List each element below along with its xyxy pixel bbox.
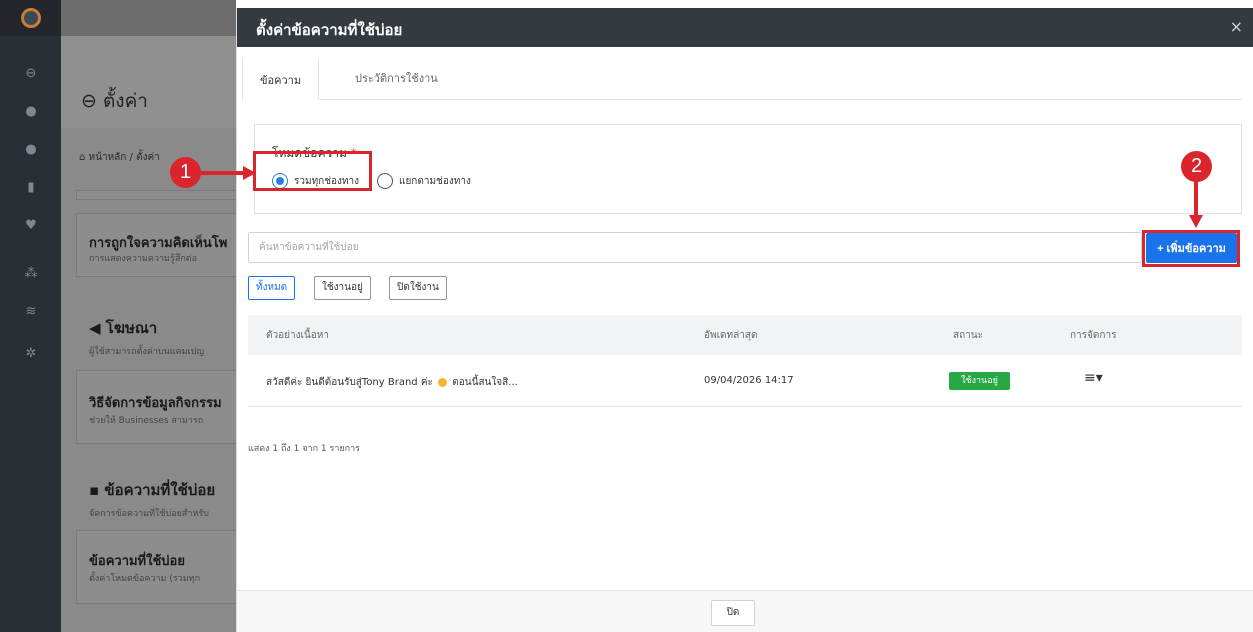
close-icon[interactable]: × — [1230, 17, 1243, 36]
footer-close-button[interactable]: ปิด — [711, 600, 755, 626]
section-subtitle: ผู้ใช้สามารถตั้งค่าบนแคมเปญ — [89, 347, 204, 357]
settings-card-subtitle: การแสดงความความรู้สึกต่อ — [89, 254, 198, 264]
heart-icon[interactable]: ♥ — [20, 214, 42, 236]
search-input[interactable] — [248, 232, 1142, 263]
document-icon[interactable]: ▮ — [20, 176, 42, 198]
filter-all-button[interactable]: ทั้งหมด — [248, 276, 296, 300]
cell-content-preview: สวัสดีค่ะ ยินดีต้อนรับสู่Tony Brand ค่ะ … — [266, 377, 518, 388]
annotation-highlight-2 — [1142, 230, 1240, 267]
users-icon[interactable]: ⁂ — [20, 262, 42, 284]
filter-active-button[interactable]: ใช้งานอยู่ — [314, 276, 371, 300]
gear-icon[interactable]: ✲ — [20, 342, 42, 364]
tab-usage-history[interactable]: ประวัติการใช้งาน — [338, 57, 455, 100]
card-strip — [76, 190, 236, 200]
cell-updated: 09/04/2026 14:17 — [704, 375, 794, 386]
settings-card-title: วิธีจัดการข้อมูลกิจกรรม — [89, 396, 222, 411]
annotation-arrow-2 — [1189, 181, 1203, 228]
background-topbar — [61, 0, 236, 36]
annotation-arrow-1 — [199, 166, 256, 180]
chat-icon: ▪ — [89, 481, 105, 499]
column-header-updated[interactable]: อัพเดทล่าสุด — [704, 328, 757, 343]
home-icon: ⌂ — [79, 152, 89, 163]
chat-icon[interactable]: ● — [20, 100, 42, 122]
smile-emoji-icon — [438, 377, 448, 387]
column-header-actions: การจัดการ — [1070, 330, 1117, 341]
section-subtitle: จัดการข้อความที่ใช้บ่อยสำหรับ — [89, 509, 209, 519]
annotation-highlight-1 — [253, 151, 372, 191]
circle-icon[interactable]: ● — [20, 138, 42, 160]
message-mode-panel: โหมดข้อความ * รวมทุกช่องทาง แยกตามช่องทา… — [254, 124, 1242, 214]
logo-icon — [20, 8, 41, 28]
tab-bar: ข้อความ ประวัติการใช้งาน — [242, 57, 1242, 100]
row-actions-menu-icon[interactable]: ≡▾ — [1084, 370, 1103, 386]
settings-card-subtitle: ตั้งค่าโหมดข้อความ (รวมทุก — [89, 574, 201, 584]
settings-card-title: การถูกใจความคิดเห็นโพ — [89, 236, 228, 251]
background-settings-page: ⊖ ตั้งค่า ⌂ หน้าหลัก / ตั้งค่า การถูกใจค… — [61, 0, 236, 632]
annotation-badge-1: 1 — [170, 157, 201, 188]
settings-card-title: ข้อความที่ใช้บ่อย — [89, 554, 185, 569]
modal-header: ตั้งค่าข้อความที่ใช้บ่อย × — [237, 8, 1253, 47]
back-circle-icon[interactable]: ⊖ — [20, 62, 42, 84]
section-title-frequent: ▪ ข้อความที่ใช้บ่อย — [89, 481, 216, 499]
settings-card-subtitle: ช่วยให้ Businesses สามารถ — [89, 416, 204, 426]
filter-disabled-button[interactable]: ปิดใช้งาน — [389, 276, 447, 300]
paging-info: แสดง 1 ถึง 1 จาก 1 รายการ — [248, 444, 360, 454]
megaphone-icon: ◀ — [89, 319, 106, 337]
tab-messages[interactable]: ข้อความ — [242, 57, 320, 100]
annotation-badge-2: 2 — [1181, 151, 1212, 182]
modal-footer: ปิด — [237, 590, 1253, 632]
frequent-messages-modal: ตั้งค่าข้อความที่ใช้บ่อย × ข้อความ ประวั… — [236, 8, 1253, 632]
column-header-content[interactable]: ตัวอย่างเนื้อหา — [266, 328, 329, 343]
back-circle-icon[interactable]: ⊖ — [81, 90, 103, 112]
radio-by-channel[interactable] — [377, 173, 393, 189]
left-icon-rail: ⊖ ● ● ▮ ♥ ⁂ ≋ ✲ — [0, 0, 61, 632]
radio-label-by-channel[interactable]: แยกตามช่องทาง — [399, 174, 471, 189]
status-badge: ใช้งานอยู่ — [949, 372, 1010, 390]
section-title-ads: ◀ โฆษณา — [89, 319, 158, 337]
modal-title: ตั้งค่าข้อความที่ใช้บ่อย — [256, 21, 403, 39]
column-header-status[interactable]: สถานะ — [953, 328, 983, 343]
page-title: ⊖ ตั้งค่า — [81, 90, 148, 112]
breadcrumb: ⌂ หน้าหลัก / ตั้งค่า — [79, 152, 160, 163]
table-row[interactable]: สวัสดีค่ะ ยินดีต้อนรับสู่Tony Brand ค่ะ … — [248, 355, 1242, 407]
app-logo[interactable] — [0, 0, 61, 36]
table-header: ตัวอย่างเนื้อหา อัพเดทล่าสุด สถานะ การจั… — [248, 315, 1242, 355]
chart-icon[interactable]: ≋ — [20, 300, 42, 322]
